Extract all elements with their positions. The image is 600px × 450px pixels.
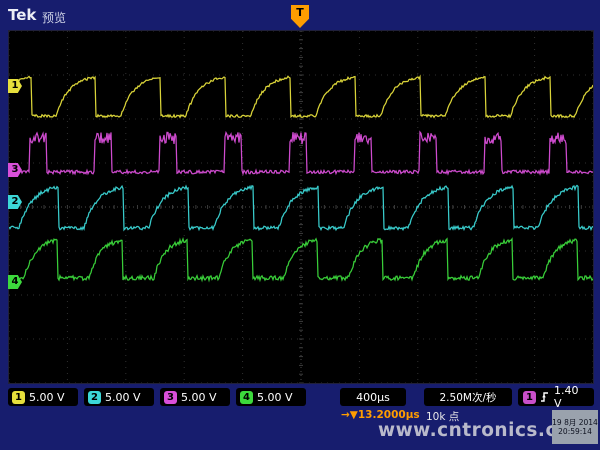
sample-rate-readout: 2.50M次/秒 [424,388,512,406]
ch3-scale-value: 5.00 V [181,391,217,404]
acquisition-mode-label: 预览 [42,9,66,26]
date-value: 19 8月 2014 [552,419,598,427]
waveform-display [8,30,594,384]
ch2-scale-readout[interactable]: 2 5.00 V [84,388,154,406]
ch3-badge: 3 [164,391,177,404]
delay-icon: →▼ [341,409,358,421]
ch4-badge: 4 [240,391,253,404]
ch1-scale-value: 5.00 V [29,391,65,404]
ch1-badge: 1 [12,391,25,404]
sample-rate-value: 2.50M次/秒 [440,390,497,405]
ch3-scale-readout[interactable]: 3 5.00 V [160,388,230,406]
ch2-scale-value: 5.00 V [105,391,141,404]
timebase-readout[interactable]: 400µs [340,388,406,406]
ch2-badge: 2 [88,391,101,404]
waveform-plot [9,31,593,383]
trigger-readout[interactable]: 1 1.40 V [518,388,594,406]
datetime-display: 19 8月 2014 20:59:14 [552,410,598,444]
timebase-scale-value: 400µs [356,391,390,404]
trigger-source-badge: 1 [523,391,536,404]
brand-logo: Tek [8,6,36,24]
trigger-position-marker[interactable]: T [291,5,309,28]
rising-edge-icon [540,391,550,403]
time-value: 20:59:14 [552,428,598,436]
ch4-scale-value: 5.00 V [257,391,293,404]
oscilloscope-screen: Tek 预览 T 1 3 2 4 1 5.00 V 2 5.00 V 3 5.0… [0,0,600,450]
ch4-scale-readout[interactable]: 4 5.00 V [236,388,306,406]
ch1-scale-readout[interactable]: 1 5.00 V [8,388,78,406]
trigger-level-value: 1.40 V [554,384,589,410]
